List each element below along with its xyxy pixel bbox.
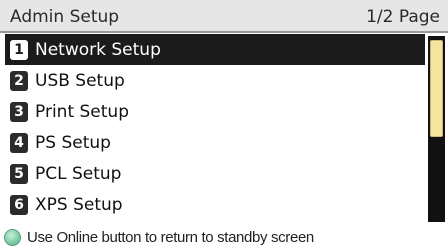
menu-item-usb-setup[interactable]: 2 USB Setup <box>5 65 425 96</box>
menu-item-label: USB Setup <box>35 70 125 91</box>
scrollbar[interactable] <box>428 36 445 222</box>
page-title: Admin Setup <box>10 7 120 27</box>
menu-list: 1 Network Setup 2 USB Setup 3 Print Setu… <box>5 34 425 220</box>
menu-item-number-badge: 6 <box>10 194 28 215</box>
menu-item-print-setup[interactable]: 3 Print Setup <box>5 96 425 127</box>
scrollbar-thumb[interactable] <box>430 40 443 137</box>
menu-item-network-setup[interactable]: 1 Network Setup <box>5 34 425 65</box>
menu-item-number-badge: 1 <box>10 39 28 60</box>
menu-item-xps-setup[interactable]: 6 XPS Setup <box>5 189 425 220</box>
menu-item-label: PS Setup <box>35 132 111 153</box>
menu-item-number-badge: 3 <box>10 101 28 122</box>
menu-item-label: XPS Setup <box>35 194 123 215</box>
menu-item-number-badge: 4 <box>10 132 28 153</box>
menu-item-number-badge: 5 <box>10 163 28 184</box>
menu-item-pcl-setup[interactable]: 5 PCL Setup <box>5 158 425 189</box>
page-indicator: 1/2 Page <box>366 7 440 27</box>
menu-item-label: PCL Setup <box>35 163 122 184</box>
menu-item-label: Print Setup <box>35 101 129 122</box>
standby-hint-text: Use Online button to return to standby s… <box>27 228 314 246</box>
header-bar: Admin Setup 1/2 Page <box>0 0 448 33</box>
menu-item-ps-setup[interactable]: 4 PS Setup <box>5 127 425 158</box>
online-led-icon <box>4 228 21 246</box>
menu-item-number-badge: 2 <box>10 70 28 91</box>
menu-item-label: Network Setup <box>35 39 161 60</box>
status-footer: Use Online button to return to standby s… <box>4 226 444 248</box>
